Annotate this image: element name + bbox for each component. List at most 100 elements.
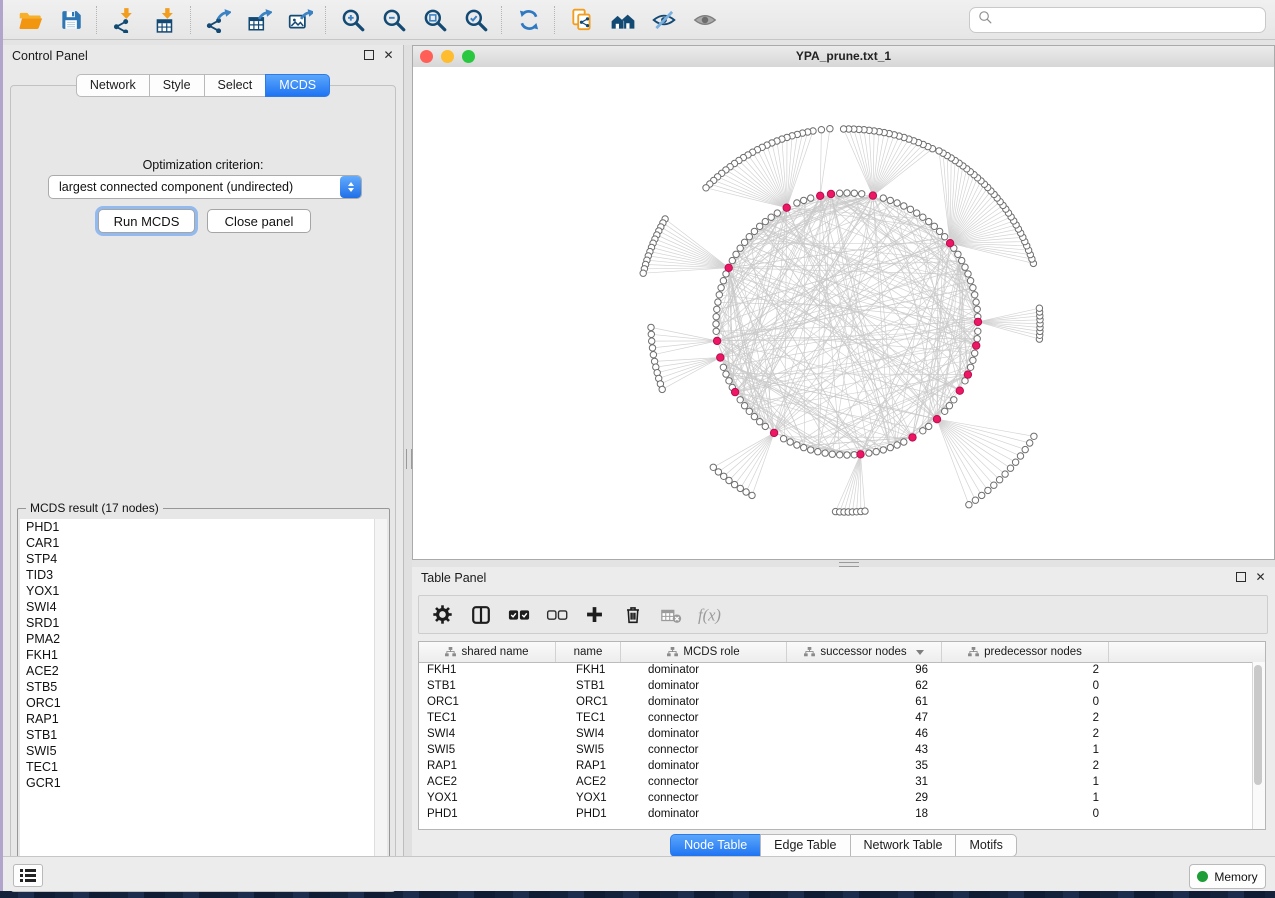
run-mcds-button[interactable]: Run MCDS	[98, 209, 195, 233]
table-row[interactable]: ORC1ORC1dominator610	[419, 694, 1253, 710]
export-image-icon[interactable]	[279, 3, 320, 37]
result-node[interactable]: TEC1	[20, 759, 375, 775]
table-settings-icon[interactable]	[427, 600, 458, 630]
optimization-criterion-label: Optimization criterion:	[11, 158, 395, 172]
mcds-result-list[interactable]: PHD1CAR1STP4TID3YOX1SWI4SRD1PMA2FKH1ACE2…	[20, 519, 375, 878]
cell: STB1	[556, 678, 621, 694]
table-row[interactable]: RAP1RAP1dominator352	[419, 758, 1253, 774]
save-session-icon[interactable]	[50, 3, 91, 37]
table-row[interactable]: SWI4SWI4dominator462	[419, 726, 1253, 742]
result-node[interactable]: PMA2	[20, 631, 375, 647]
optimization-criterion-select[interactable]: largest connected component (undirected)	[48, 175, 362, 199]
cell: 1	[942, 742, 1109, 758]
scrollbar-thumb[interactable]	[1254, 665, 1262, 785]
result-node[interactable]: RAP1	[20, 711, 375, 727]
table-row[interactable]: SWI5SWI5connector431	[419, 742, 1253, 758]
column-header-MCDS-role[interactable]: MCDS role	[621, 642, 787, 662]
import-table-icon[interactable]	[144, 3, 185, 37]
search-input[interactable]	[999, 12, 1265, 29]
vertical-splitter[interactable]	[403, 45, 412, 856]
result-node[interactable]: SWI5	[20, 743, 375, 759]
result-node[interactable]: PHD1	[20, 519, 375, 535]
table-row[interactable]: TEC1TEC1connector472	[419, 710, 1253, 726]
close-icon[interactable]: ✕	[382, 48, 395, 61]
close-panel-button[interactable]: Close panel	[207, 209, 311, 233]
result-node[interactable]: CAR1	[20, 535, 375, 551]
result-node[interactable]: ACE2	[20, 663, 375, 679]
result-node[interactable]: STB5	[20, 679, 375, 695]
result-node[interactable]: SWI4	[20, 599, 375, 615]
cell: PHD1	[556, 806, 621, 822]
result-node[interactable]: YOX1	[20, 583, 375, 599]
result-node[interactable]: GCR1	[20, 775, 375, 791]
cell: PHD1	[419, 806, 556, 822]
network-titlebar[interactable]: YPA_prune.txt_1	[413, 46, 1274, 68]
tab-network[interactable]: Network	[76, 74, 149, 97]
delete-columns-icon[interactable]	[617, 600, 648, 630]
open-file-icon[interactable]	[9, 3, 50, 37]
hide-selected-icon[interactable]	[643, 3, 684, 37]
cell: 1	[942, 790, 1109, 806]
copy-network-share-icon[interactable]	[561, 3, 602, 37]
column-header-shared-name[interactable]: shared name	[419, 642, 556, 662]
column-header-name[interactable]: name	[556, 642, 621, 662]
create-column-icon[interactable]	[579, 600, 610, 630]
show-all-icon[interactable]	[684, 3, 725, 37]
network-canvas[interactable]	[413, 67, 1274, 559]
zoom-out-icon[interactable]	[373, 3, 414, 37]
shared-column-icon	[445, 647, 456, 657]
tab-select[interactable]: Select	[204, 74, 266, 97]
zoom-in-icon[interactable]	[332, 3, 373, 37]
result-node[interactable]: TID3	[20, 567, 375, 583]
column-header-predecessor-nodes[interactable]: predecessor nodes	[942, 642, 1109, 662]
cell: 18	[787, 806, 942, 822]
export-table-icon[interactable]	[238, 3, 279, 37]
mcds-result-group: MCDS result (17 nodes) PHD1CAR1STP4TID3Y…	[17, 508, 390, 882]
main-toolbar	[3, 0, 1275, 40]
result-list-scrollbar[interactable]	[374, 519, 387, 878]
search-box[interactable]	[969, 7, 1266, 33]
result-node[interactable]: ORC1	[20, 695, 375, 711]
tab-motifs[interactable]: Motifs	[955, 834, 1016, 857]
tab-mcds[interactable]: MCDS	[265, 74, 330, 97]
result-node[interactable]: FKH1	[20, 647, 375, 663]
memory-label: Memory	[1214, 870, 1257, 884]
table-row[interactable]: YOX1YOX1connector291	[419, 790, 1253, 806]
svg-text:f(x): f(x)	[698, 605, 721, 624]
result-node[interactable]: STP4	[20, 551, 375, 567]
cell: connector	[621, 790, 787, 806]
tab-edge-table[interactable]: Edge Table	[760, 834, 849, 857]
cell: dominator	[621, 726, 787, 742]
table-scrollbar[interactable]	[1252, 662, 1265, 829]
deselect-all-icon[interactable]	[541, 600, 572, 630]
select-all-icon[interactable]	[503, 600, 534, 630]
column-header-successor-nodes[interactable]: successor nodes	[787, 642, 942, 662]
float-icon[interactable]	[1234, 570, 1247, 583]
table-row[interactable]: PHD1PHD1dominator180	[419, 806, 1253, 822]
task-history-button[interactable]	[13, 864, 43, 887]
memory-button[interactable]: Memory	[1189, 864, 1266, 889]
export-network-icon[interactable]	[197, 3, 238, 37]
zoom-selected-icon[interactable]	[455, 3, 496, 37]
table-row[interactable]: FKH1FKH1dominator962	[419, 662, 1253, 678]
horizontal-splitter[interactable]	[412, 560, 1275, 567]
import-network-icon[interactable]	[103, 3, 144, 37]
table-row[interactable]: STB1STB1dominator620	[419, 678, 1253, 694]
tab-node-table[interactable]: Node Table	[670, 834, 760, 857]
tab-network-table[interactable]: Network Table	[850, 834, 956, 857]
result-node[interactable]: STB1	[20, 727, 375, 743]
cell: ACE2	[556, 774, 621, 790]
search-icon	[977, 9, 994, 31]
result-node[interactable]: SRD1	[20, 615, 375, 631]
cell: FKH1	[556, 662, 621, 678]
float-icon[interactable]	[362, 48, 375, 61]
table-row[interactable]: ACE2ACE2connector311	[419, 774, 1253, 790]
show-columns-icon[interactable]	[465, 600, 496, 630]
node-table: shared namenameMCDS rolesuccessor nodesp…	[418, 641, 1266, 830]
refresh-layout-icon[interactable]	[508, 3, 549, 37]
tab-style[interactable]: Style	[149, 74, 204, 97]
zoom-fit-icon[interactable]	[414, 3, 455, 37]
close-icon[interactable]: ✕	[1254, 570, 1267, 583]
first-neighbors-icon[interactable]	[602, 3, 643, 37]
cell: 2	[942, 710, 1109, 726]
